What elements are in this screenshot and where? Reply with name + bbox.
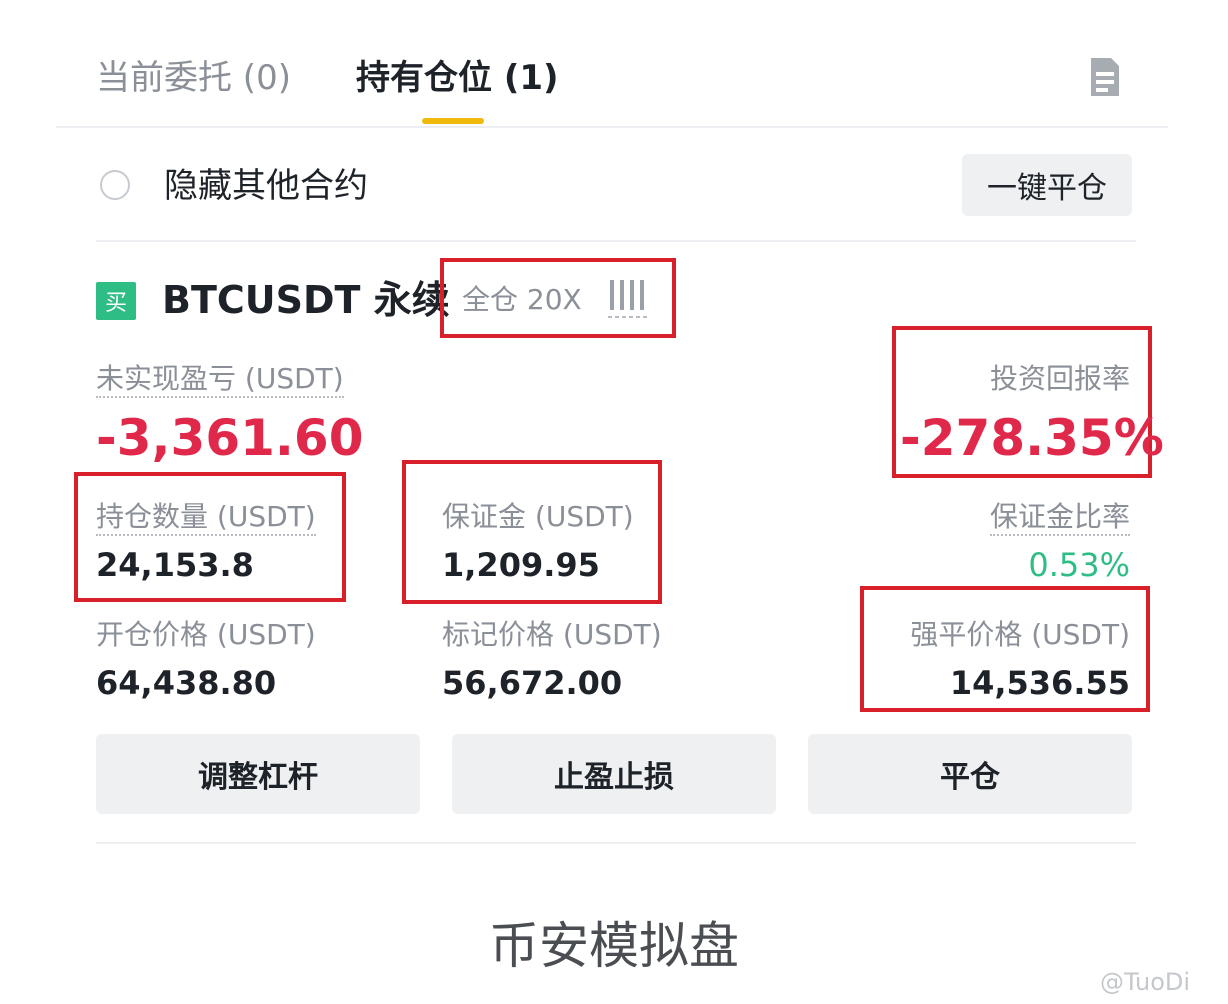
roe-label: 投资回报率 <box>989 362 1130 395</box>
document-icon[interactable] <box>1088 56 1122 98</box>
symbol-title: BTCUSDT 永续 <box>162 278 450 322</box>
entry-price-label: 开仓价格 (USDT) <box>96 618 316 651</box>
margin-ratio-value: 0.53% <box>1028 546 1130 584</box>
leverage-bars-icon <box>608 278 648 320</box>
unrealized-pnl-value: -3,361.60 <box>96 409 364 467</box>
caption: 币安模拟盘 <box>489 917 739 975</box>
close-position-button[interactable]: 平仓 <box>808 734 1132 814</box>
mark-price-label: 标记价格 (USDT) <box>442 618 662 651</box>
close-all-button[interactable]: 一键平仓 <box>962 154 1132 216</box>
tab-positions[interactable]: 持有仓位 (1) <box>356 58 559 98</box>
hide-other-label: 隐藏其他合约 <box>164 166 368 206</box>
adjust-leverage-button[interactable]: 调整杠杆 <box>96 734 420 814</box>
entry-price-value: 64,438.80 <box>96 664 277 702</box>
active-tab-indicator <box>422 118 484 124</box>
roe-value: -278.35% <box>900 409 1164 467</box>
liq-price-label: 强平价格 (USDT) <box>910 618 1130 651</box>
tabs-divider <box>56 126 1168 128</box>
margin-label: 保证金 (USDT) <box>442 500 634 533</box>
mark-price-value: 56,672.00 <box>442 664 623 702</box>
size-value: 24,153.8 <box>96 546 254 584</box>
hide-other-radio[interactable] <box>100 170 130 200</box>
unrealized-pnl-label: 未实现盈亏 (USDT) <box>96 362 344 398</box>
size-label: 持仓数量 (USDT) <box>96 500 316 536</box>
margin-ratio-label: 保证金比率 <box>989 500 1130 536</box>
margin-value: 1,209.95 <box>442 546 600 584</box>
buy-badge: 买 <box>96 282 136 320</box>
liq-price-value: 14,536.55 <box>949 664 1130 702</box>
section-divider <box>96 240 1136 242</box>
tab-open-orders[interactable]: 当前委托 (0) <box>96 58 291 98</box>
watermark: @TuoDi <box>1100 968 1191 996</box>
tp-sl-button[interactable]: 止盈止损 <box>452 734 776 814</box>
margin-mode-label[interactable]: 全仓 20X <box>462 283 582 317</box>
bottom-divider <box>96 842 1136 844</box>
